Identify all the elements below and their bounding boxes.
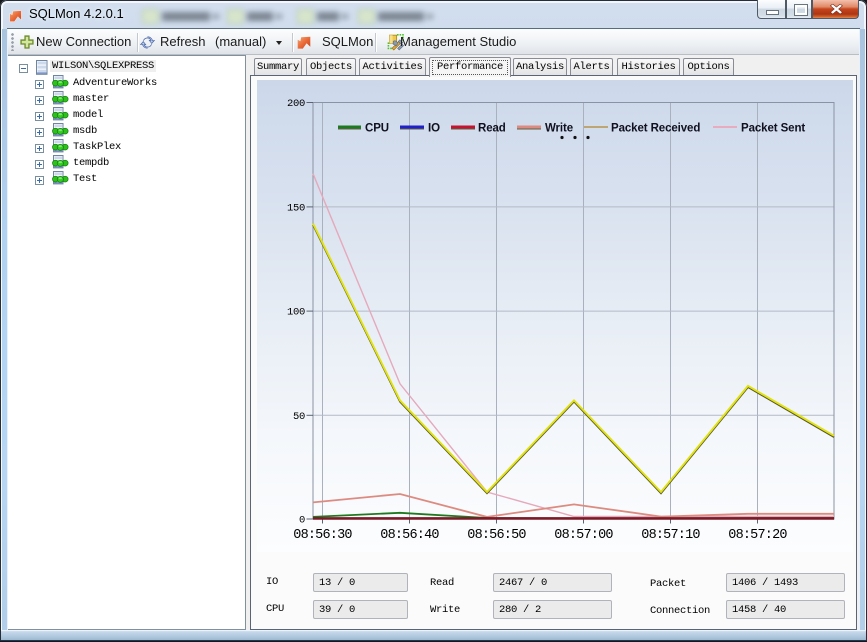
- svg-text:0: 0: [299, 515, 305, 527]
- svg-text:08:56:40: 08:56:40: [380, 528, 439, 543]
- svg-text:200: 200: [287, 98, 305, 110]
- svg-text:50: 50: [293, 411, 305, 423]
- svg-text:08:56:50: 08:56:50: [467, 528, 526, 543]
- svg-text:100: 100: [287, 307, 305, 319]
- svg-text:Packet Sent: Packet Sent: [741, 123, 805, 135]
- svg-text:08:57:00: 08:57:00: [554, 528, 613, 543]
- svg-text:Read: Read: [478, 123, 506, 135]
- svg-text:08:57:20: 08:57:20: [728, 528, 787, 543]
- svg-text:CPU: CPU: [365, 123, 389, 135]
- svg-text:08:57:10: 08:57:10: [641, 528, 700, 543]
- svg-text:150: 150: [287, 202, 305, 214]
- svg-text:IO: IO: [428, 123, 440, 135]
- svg-text:Packet Received: Packet Received: [611, 123, 700, 135]
- svg-text:Write: Write: [545, 123, 573, 135]
- svg-text:08:56:30: 08:56:30: [293, 528, 352, 543]
